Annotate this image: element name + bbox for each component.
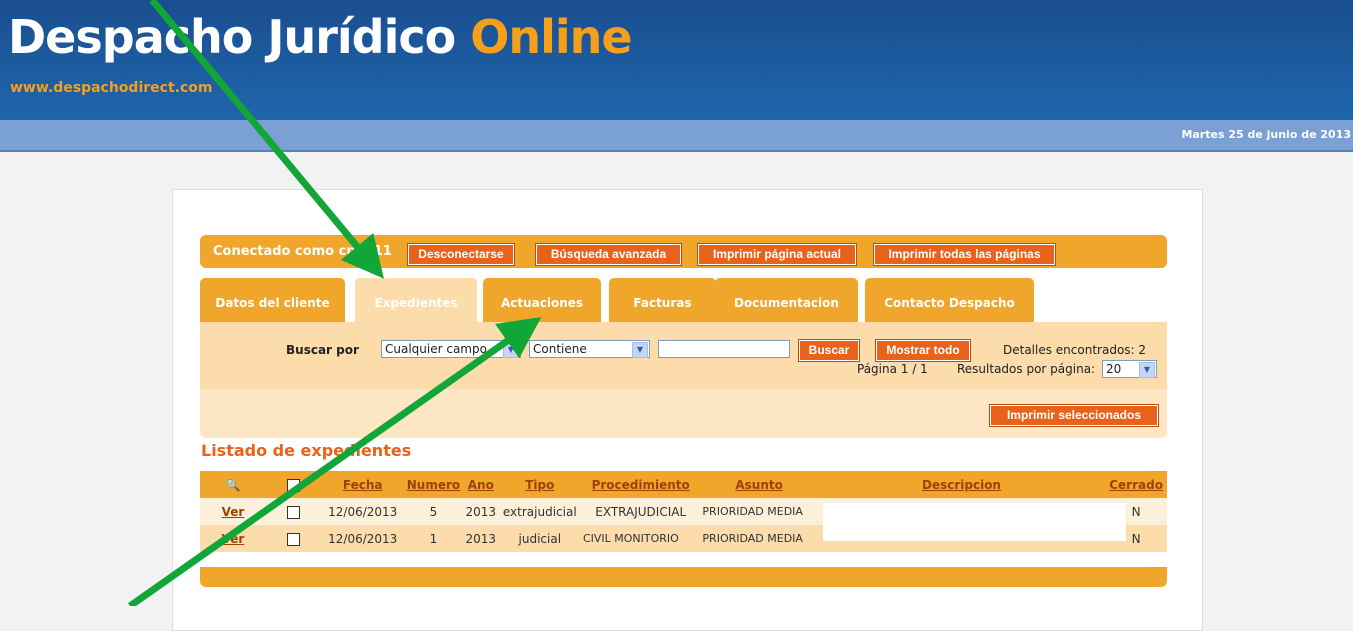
logout-button[interactable]: Desconectarse	[407, 243, 515, 266]
site-logo[interactable]: Despacho Jurídico Online	[8, 10, 633, 64]
asunto-cell: PRIORIDAD MEDIA	[700, 525, 818, 552]
fecha-cell: 12/06/2013	[321, 525, 404, 552]
per-page-select[interactable]: 20 ▼	[1102, 360, 1157, 378]
col-numero[interactable]: Numero	[403, 471, 463, 498]
search-field-value: Cualquier campo	[385, 342, 487, 356]
view-link[interactable]: Ver	[222, 532, 245, 546]
tab-datos-cliente[interactable]: Datos del cliente	[200, 278, 345, 322]
search-operator-value: Contiene	[533, 342, 587, 356]
procedimiento-cell: CIVIL MONITORIO	[580, 525, 701, 552]
print-page-button[interactable]: Imprimir página actual	[697, 243, 857, 266]
fecha-cell: 12/06/2013	[321, 498, 404, 525]
col-procedimiento[interactable]: Procedimiento	[580, 471, 701, 498]
ano-cell: 2013	[463, 525, 499, 552]
ano-cell: 2013	[463, 498, 499, 525]
site-header: Despacho Jurídico Online www.despachodir…	[0, 0, 1353, 120]
tipo-cell: judicial	[498, 525, 581, 552]
tab-contacto-despacho[interactable]: Contacto Despacho	[865, 278, 1034, 322]
tipo-cell: extrajudicial	[498, 498, 581, 525]
procedimiento-cell: EXTRAJUDICIAL	[580, 498, 701, 525]
row-checkbox[interactable]	[287, 532, 301, 546]
numero-cell: 1	[403, 525, 463, 552]
print-selected-button[interactable]: Imprimir seleccionados	[989, 404, 1159, 427]
logo-text: Despacho Jurídico	[8, 10, 471, 64]
search-icon: 🔍	[225, 477, 241, 492]
col-asunto[interactable]: Asunto	[700, 471, 818, 498]
select-all-checkbox[interactable]	[287, 478, 301, 492]
view-cell: Ver	[200, 525, 266, 552]
date-bar: Martes 25 de junio de 2013	[0, 120, 1353, 152]
chevron-down-icon: ▼	[503, 342, 519, 358]
col-fecha[interactable]: Fecha	[321, 471, 404, 498]
col-cerrado[interactable]: Cerrado	[1105, 471, 1167, 498]
show-all-button[interactable]: Mostrar todo	[875, 339, 971, 362]
col-tipo[interactable]: Tipo	[498, 471, 581, 498]
advanced-search-button[interactable]: Búsqueda avanzada	[535, 243, 682, 266]
select-cell	[265, 525, 322, 552]
search-field-select[interactable]: Cualquier campo ▼	[381, 340, 521, 358]
results-found: Detalles encontrados: 2	[1003, 343, 1147, 357]
search-button[interactable]: Buscar	[798, 339, 860, 362]
chevron-down-icon: ▼	[1139, 362, 1155, 378]
site-url: www.despachodirect.com	[10, 80, 213, 96]
redacted-area	[823, 503, 1126, 541]
tab-actuaciones[interactable]: Actuaciones	[483, 278, 601, 322]
select-all-header[interactable]	[265, 471, 322, 498]
page-indicator: Página 1 / 1	[857, 362, 928, 376]
search-by-label: Buscar por	[286, 343, 359, 357]
per-page-value: 20	[1106, 362, 1122, 376]
list-title: Listado de expedientes	[201, 441, 412, 460]
tab-expedientes[interactable]: Expedientes	[355, 278, 477, 322]
table-footer	[200, 567, 1167, 587]
col-ano[interactable]: Ano	[463, 471, 499, 498]
row-checkbox[interactable]	[287, 505, 301, 519]
search-input[interactable]	[658, 340, 790, 358]
view-cell: Ver	[200, 498, 266, 525]
select-cell	[265, 498, 322, 525]
search-operator-select[interactable]: Contiene ▼	[529, 340, 650, 358]
per-page-label: Resultados por página:	[957, 362, 1096, 376]
view-column-header: 🔍	[200, 471, 266, 498]
asunto-cell: PRIORIDAD MEDIA	[700, 498, 818, 525]
tab-documentacion[interactable]: Documentacion	[715, 278, 858, 322]
chevron-down-icon: ▼	[632, 342, 648, 358]
print-all-button[interactable]: Imprimir todas las páginas	[873, 243, 1056, 266]
view-link[interactable]: Ver	[222, 505, 245, 519]
numero-cell: 5	[403, 498, 463, 525]
current-date: Martes 25 de junio de 2013	[1181, 128, 1351, 141]
connected-as-label: Conectado como cp5111	[213, 244, 392, 259]
logo-online-text: Online	[470, 10, 632, 64]
tab-facturas[interactable]: Facturas	[609, 278, 716, 322]
col-descripcion[interactable]: Descripcion	[817, 471, 1106, 498]
